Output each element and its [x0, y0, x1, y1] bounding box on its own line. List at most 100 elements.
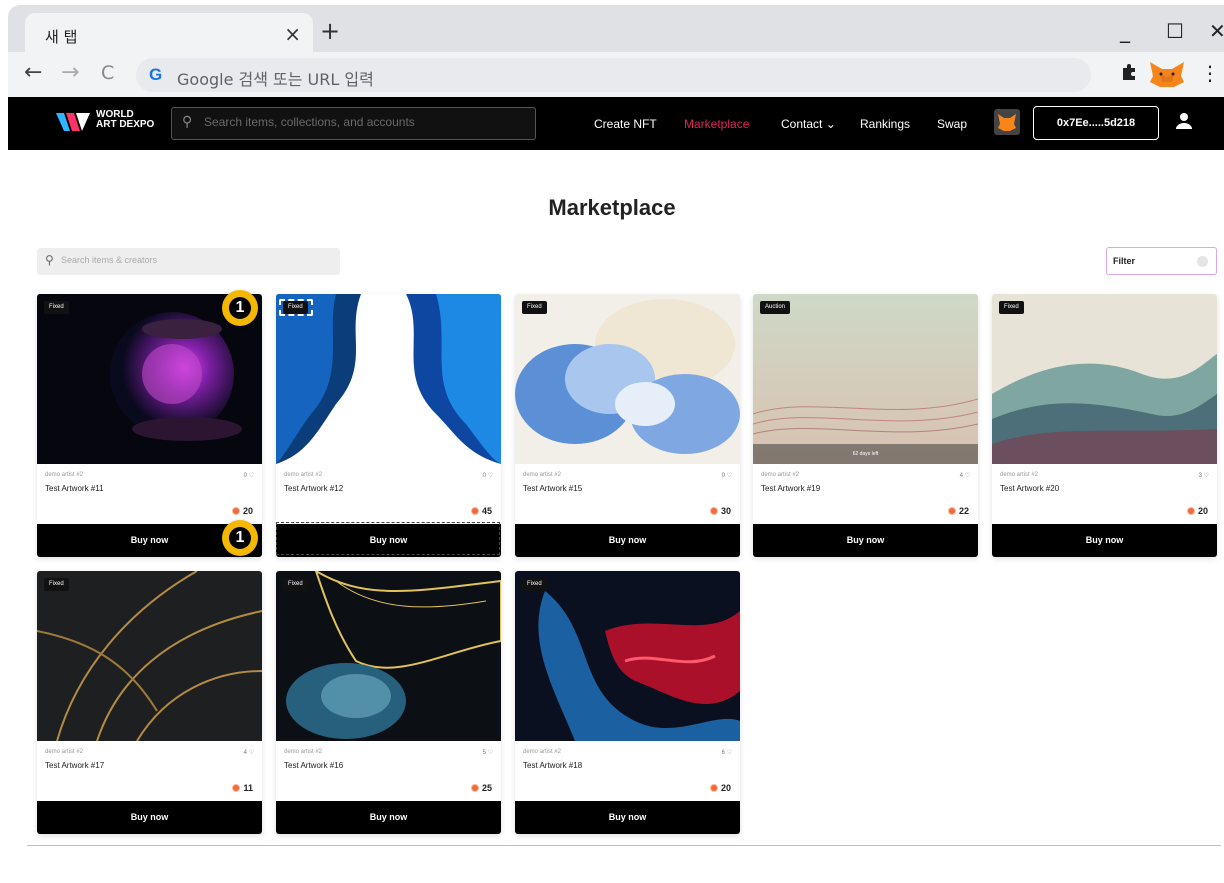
price: 20: [231, 506, 253, 516]
like-count[interactable]: 0 ♡: [244, 472, 254, 479]
reload-icon[interactable]: C: [101, 62, 114, 84]
artist-name[interactable]: demo artist #2: [523, 472, 561, 478]
new-tab-button[interactable]: +: [320, 19, 340, 43]
artwork-image[interactable]: [992, 294, 1217, 464]
sale-type-badge: Fixed: [999, 301, 1024, 314]
price-value: 25: [481, 783, 492, 793]
metamask-fox-icon: [998, 114, 1016, 131]
nav-marketplace[interactable]: Marketplace: [684, 117, 749, 131]
like-count[interactable]: 4 ♡: [960, 472, 970, 479]
price: 30: [709, 506, 731, 516]
artwork-title[interactable]: Test Artwork #19: [761, 484, 820, 493]
like-count[interactable]: 5 ♡: [483, 749, 493, 756]
price: 25: [470, 783, 492, 793]
price-value: 11: [243, 783, 253, 793]
logo-line-2: ART DEXPO: [96, 119, 155, 130]
nft-card[interactable]: Fixed demo artist #2 4 ♡ Test Artwork #1…: [37, 571, 262, 834]
page-title: Marketplace: [548, 195, 676, 220]
buy-now-button[interactable]: Buy now: [515, 524, 740, 557]
like-count[interactable]: 3 ♡: [1199, 472, 1209, 479]
like-count[interactable]: 0 ♡: [722, 472, 732, 479]
artwork-image[interactable]: [515, 571, 740, 741]
logo-icon[interactable]: [56, 111, 90, 138]
artwork-image[interactable]: [37, 571, 262, 741]
buy-now-button[interactable]: Buy now: [37, 801, 262, 834]
extensions-icon[interactable]: [1120, 62, 1138, 86]
forward-icon[interactable]: →: [61, 62, 79, 84]
coin-icon: [470, 784, 479, 792]
artwork-title[interactable]: Test Artwork #17: [45, 761, 104, 770]
clear-filter-icon[interactable]: [1197, 256, 1208, 267]
close-window-icon[interactable]: ✕: [1209, 19, 1224, 43]
buy-now-button[interactable]: Buy now: [276, 801, 501, 834]
buy-now-button[interactable]: Buy now: [753, 524, 978, 557]
artist-name[interactable]: demo artist #2: [523, 749, 561, 755]
coin-icon: [709, 507, 718, 515]
site-search-input[interactable]: [204, 115, 524, 129]
nft-card[interactable]: Fixed demo artist #2 5 ♡ Test Artwork #1…: [276, 571, 501, 834]
nft-card[interactable]: Fixed demo artist #2 0 ♡ Test Artwork #1…: [515, 294, 740, 557]
step-number: 1: [235, 299, 245, 316]
buy-now-button[interactable]: Buy now: [992, 524, 1217, 557]
nft-card[interactable]: Fixed demo artist #2 3 ♡ Test Artwork #2…: [992, 294, 1217, 557]
nav-contact[interactable]: Contact ⌄: [781, 117, 836, 131]
tab-close-icon[interactable]: ×: [284, 22, 301, 46]
price: 45: [470, 506, 492, 516]
site-header: WORLD ART DEXPO ⚲ Create NFT Marketplace…: [8, 97, 1224, 150]
artist-name[interactable]: demo artist #2: [761, 472, 799, 478]
marketplace-search[interactable]: ⚲: [37, 248, 340, 275]
sale-type-badge: Fixed: [44, 578, 69, 591]
artwork-title[interactable]: Test Artwork #11: [45, 484, 104, 493]
artwork-title[interactable]: Test Artwork #15: [523, 484, 582, 493]
coin-icon: [1186, 507, 1195, 515]
like-count[interactable]: 6 ♡: [722, 749, 732, 756]
artwork-title[interactable]: Test Artwork #16: [284, 761, 343, 770]
address-placeholder: Google 검색 또는 URL 입력: [177, 70, 374, 89]
user-icon[interactable]: [1176, 112, 1192, 135]
nft-card[interactable]: Fixed demo artist #2 0 ♡ Test Artwork #1…: [37, 294, 262, 557]
artist-name[interactable]: demo artist #2: [45, 749, 83, 755]
price-value: 20: [242, 506, 253, 516]
back-icon[interactable]: ←: [24, 62, 42, 84]
metamask-icon[interactable]: [1148, 60, 1186, 93]
minimize-icon[interactable]: _: [1120, 19, 1130, 43]
like-count[interactable]: 4 ♡: [244, 749, 254, 756]
filter-select[interactable]: Filter: [1106, 247, 1217, 275]
logo-text[interactable]: WORLD ART DEXPO: [96, 110, 154, 130]
divider: [27, 845, 1221, 846]
artwork-title[interactable]: Test Artwork #20: [1000, 484, 1059, 493]
step-marker: 1: [222, 290, 258, 326]
address-bar[interactable]: G Google 검색 또는 URL 입력: [136, 58, 1091, 92]
artwork-image[interactable]: [753, 294, 978, 464]
artwork-title[interactable]: Test Artwork #18: [523, 761, 582, 770]
artwork-image[interactable]: [276, 294, 501, 464]
tab-title: 새 탭: [45, 28, 78, 46]
browser-toolbar: ← → C G Google 검색 또는 URL 입력 ⋮: [8, 52, 1224, 98]
wallet-address-button[interactable]: 0x7Ee.....5d218: [1033, 106, 1159, 140]
artist-name[interactable]: demo artist #2: [284, 749, 322, 755]
maximize-icon[interactable]: ☐: [1166, 19, 1184, 43]
nft-card[interactable]: Fixed demo artist #2 0 ♡ Test Artwork #1…: [276, 294, 501, 557]
browser-menu-icon[interactable]: ⋮: [1200, 61, 1220, 85]
nav-swap[interactable]: Swap: [937, 117, 967, 131]
nav-create-nft[interactable]: Create NFT: [594, 117, 657, 131]
artwork-image[interactable]: [276, 571, 501, 741]
nft-card[interactable]: Auction 62 days left demo artist #2 4 ♡ …: [753, 294, 978, 557]
marketplace-search-input[interactable]: [61, 255, 321, 265]
site-search[interactable]: ⚲: [171, 107, 536, 140]
artist-name[interactable]: demo artist #2: [45, 472, 83, 478]
buy-now-button[interactable]: Buy now: [515, 801, 740, 834]
nft-card[interactable]: Fixed demo artist #2 6 ♡ Test Artwork #1…: [515, 571, 740, 834]
artist-name[interactable]: demo artist #2: [284, 472, 322, 478]
browser-tab[interactable]: 새 탭 ×: [25, 13, 313, 57]
highlight-button-outline: [276, 522, 500, 555]
like-count[interactable]: 0 ♡: [483, 472, 493, 479]
artist-name[interactable]: demo artist #2: [1000, 472, 1038, 478]
browser-chrome: 새 탭 × + _ ☐ ✕ ← → C G Google 검색 또는 URL 입…: [8, 5, 1224, 98]
artwork-title[interactable]: Test Artwork #12: [284, 484, 343, 493]
metamask-button[interactable]: [994, 109, 1020, 135]
sale-type-badge: Fixed: [44, 301, 69, 314]
artwork-image[interactable]: [515, 294, 740, 464]
nav-rankings[interactable]: Rankings: [860, 117, 910, 131]
price-value: 45: [481, 506, 492, 516]
